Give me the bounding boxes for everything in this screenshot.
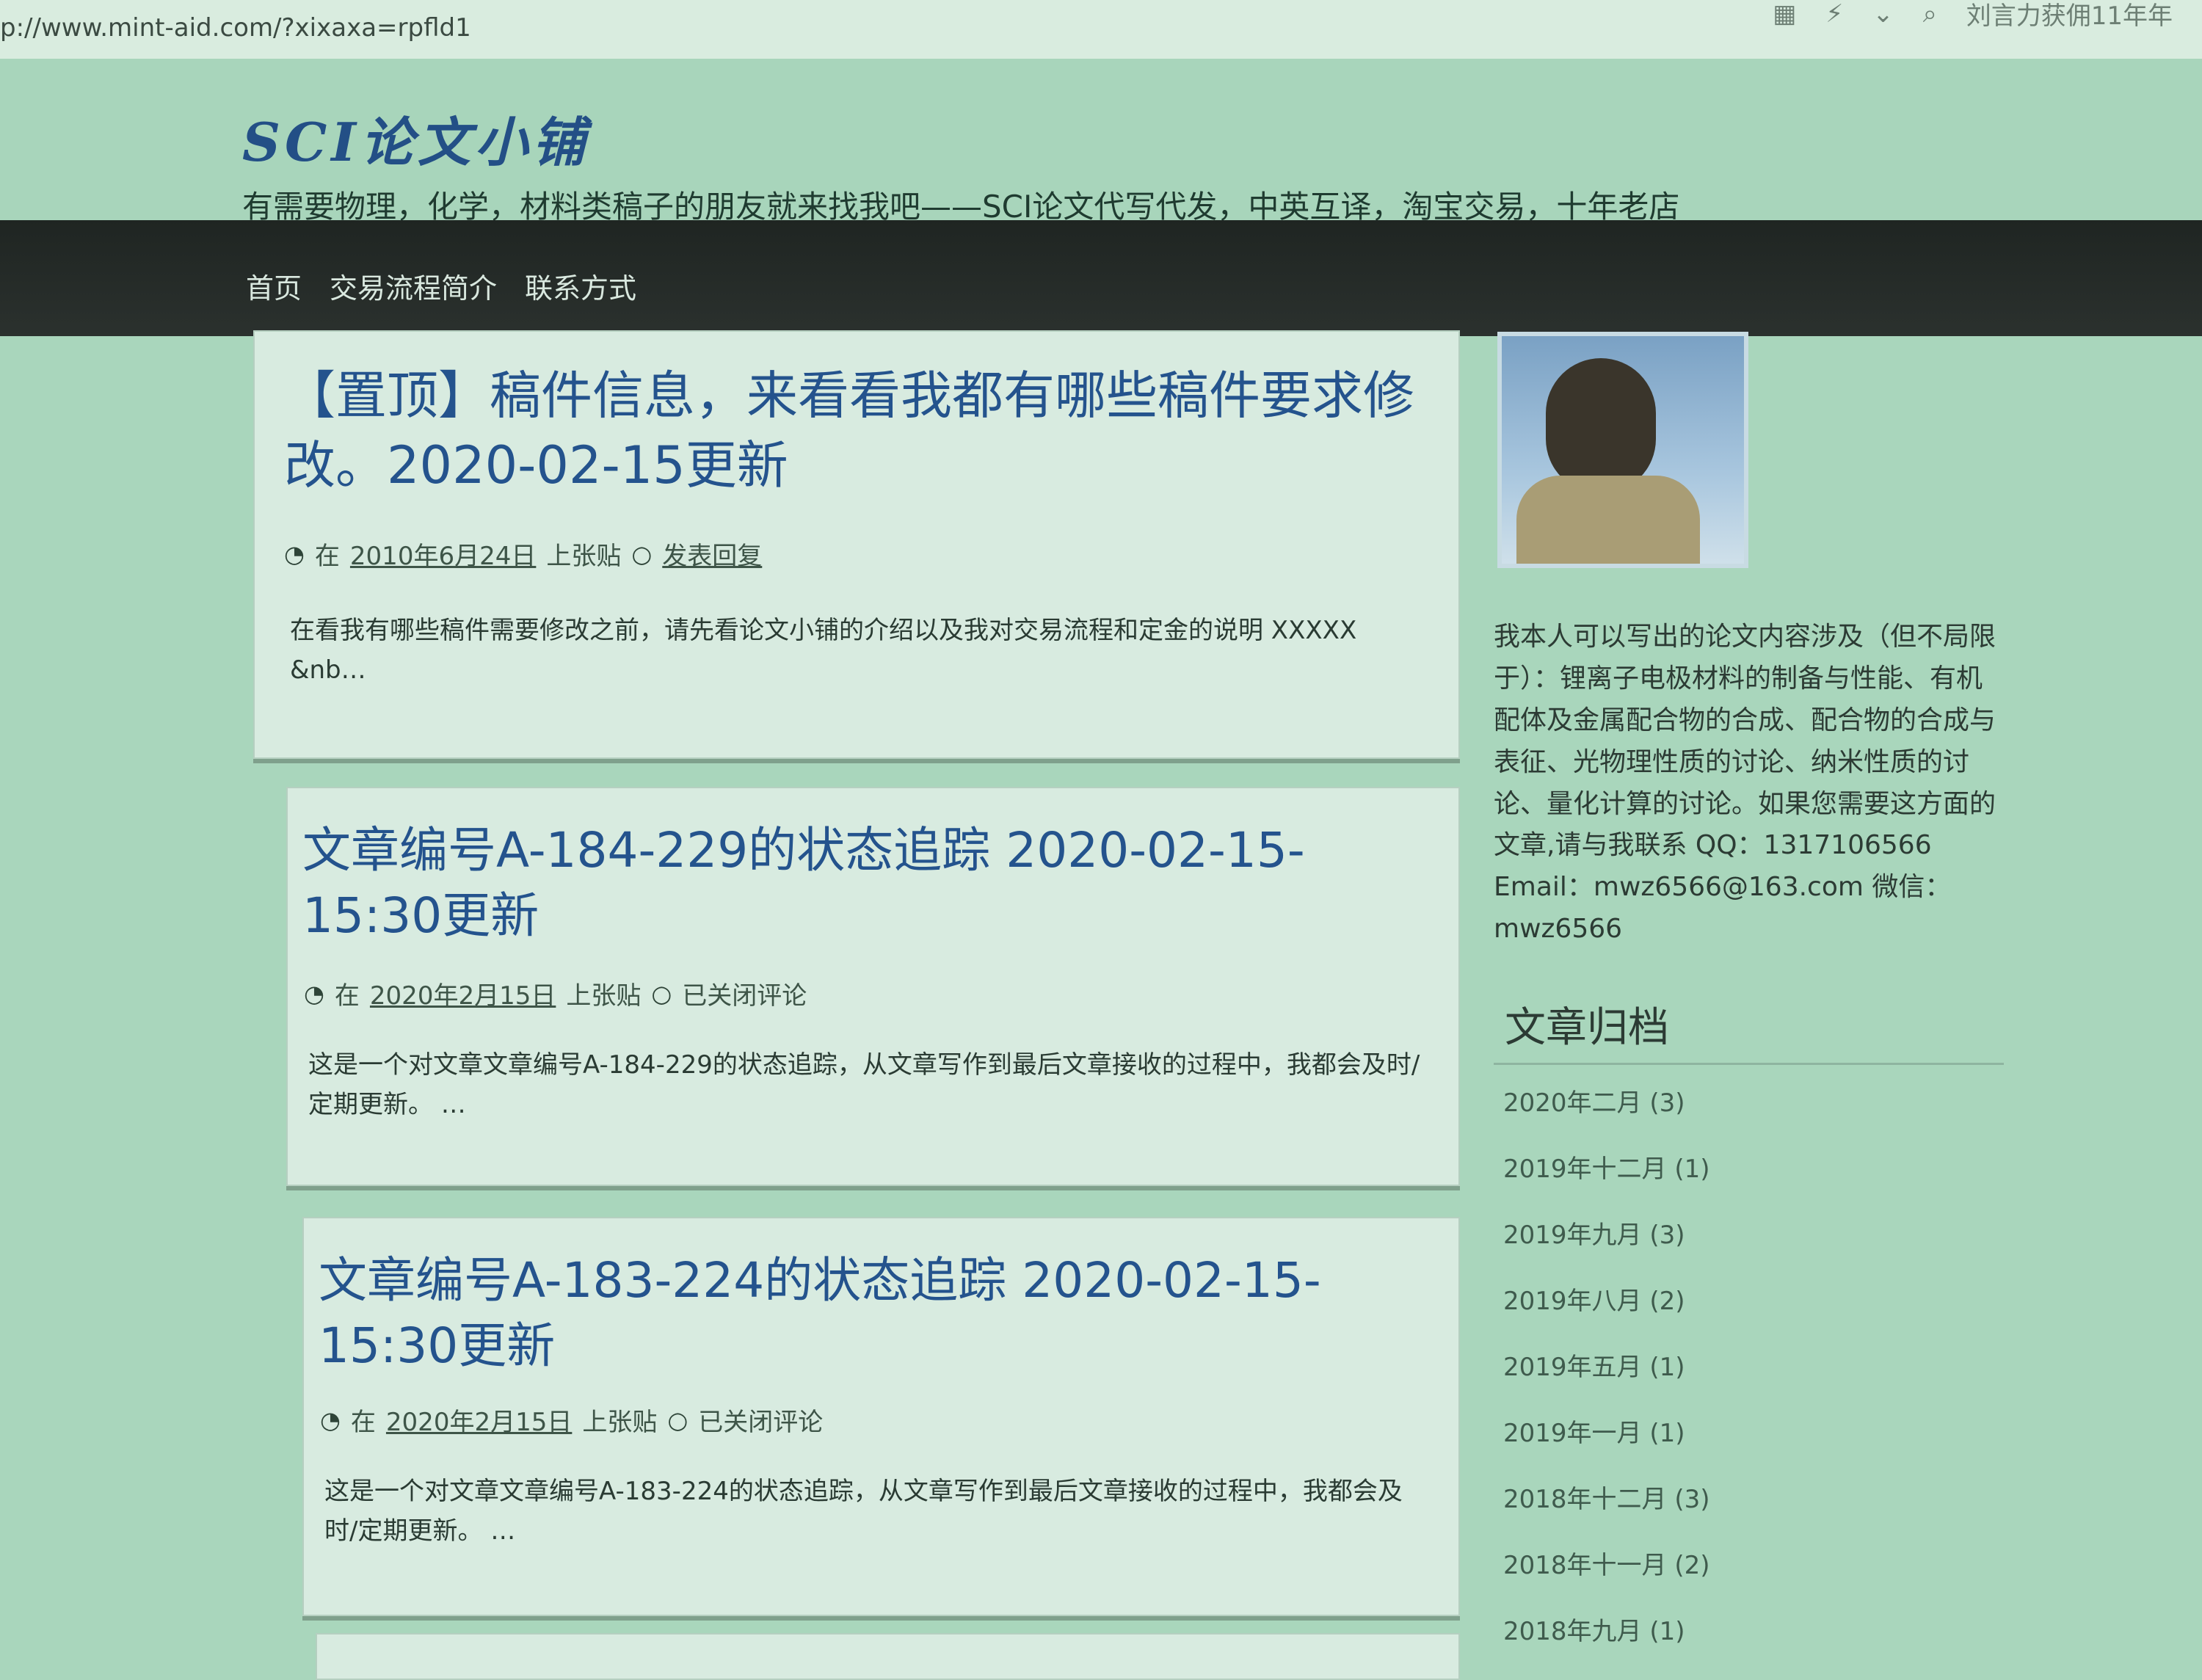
post-author: 上张贴 bbox=[566, 981, 642, 1011]
comment-icon: ○ bbox=[667, 1406, 688, 1434]
main-nav: 首页 交易流程简介 联系方式 bbox=[0, 220, 2202, 336]
post-comments[interactable]: 发表回复 bbox=[662, 536, 762, 572]
archive-item[interactable]: 2019年一月 (1) bbox=[1503, 1413, 1710, 1479]
post-excerpt: 这是一个对文章文章编号A-183-224的状态追踪，从文章写作到最后文章接收的过… bbox=[324, 1477, 1403, 1546]
comment-icon: ○ bbox=[651, 979, 672, 1008]
comment-icon: ○ bbox=[631, 539, 653, 568]
nav-contact[interactable]: 联系方式 bbox=[525, 266, 636, 306]
post-title[interactable]: 文章编号A-183-224的状态追踪 2020-02-15-15:30更新 bbox=[319, 1248, 1420, 1378]
browser-tools: ▦ ⚡ ⌄ ⌕ 刘言力获佣11年年 bbox=[1773, 0, 2173, 32]
archive-item[interactable]: 2020年二月 (3) bbox=[1503, 1083, 1710, 1149]
post-date[interactable]: 2010年6月24日 bbox=[350, 536, 536, 572]
meta-prefix: 在 bbox=[350, 1408, 376, 1437]
post-author: 上张贴 bbox=[546, 542, 622, 571]
post-meta: ◔ 在 2020年2月15日 上张贴 ○ 已关闭评论 bbox=[320, 1402, 823, 1438]
time-icon: ◔ bbox=[284, 539, 305, 568]
archive-item[interactable]: 2019年十二月 (1) bbox=[1503, 1149, 1710, 1215]
post-card: 文章编号A-184-229的状态追踪 2020-02-15-15:30更新 ◔ … bbox=[286, 787, 1460, 1186]
post-excerpt: 在看我有哪些稿件需要修改之前，请先看论文小铺的介绍以及我对交易流程和定金的说明 … bbox=[290, 616, 1357, 686]
archive-item[interactable]: 2019年九月 (3) bbox=[1503, 1215, 1710, 1281]
url-text[interactable]: p://www.mint-aid.com/?xixaxa=rpfld1 bbox=[0, 13, 471, 43]
post-meta: ◔ 在 2010年6月24日 上张贴 ○ 发表回复 bbox=[284, 536, 762, 572]
archive-item[interactable]: 2018年十二月 (3) bbox=[1503, 1479, 1710, 1545]
archive-item[interactable]: 2019年五月 (1) bbox=[1503, 1347, 1710, 1413]
lightning-icon[interactable]: ⚡ bbox=[1825, 0, 1843, 29]
sidebar-about: 我本人可以写出的论文内容涉及（但不局限于）：锂离子电极材料的制备与性能、有机配体… bbox=[1494, 622, 1996, 945]
nav-home[interactable]: 首页 bbox=[246, 266, 302, 306]
post-card: 文章编号A-183-224的状态追踪 2020-02-15-15:30更新 ◔ … bbox=[302, 1217, 1460, 1616]
post-comments: 已关闭评论 bbox=[698, 1408, 824, 1437]
site-title[interactable]: SCI论文小铺 bbox=[242, 99, 589, 176]
post-date[interactable]: 2020年2月15日 bbox=[386, 1402, 572, 1438]
search-icon[interactable]: ⌕ bbox=[1923, 0, 1937, 29]
meta-prefix: 在 bbox=[334, 981, 360, 1011]
author-avatar bbox=[1497, 332, 1748, 568]
meta-prefix: 在 bbox=[314, 542, 340, 571]
archive-item[interactable]: 2019年八月 (2) bbox=[1503, 1281, 1710, 1347]
nav-trade-process[interactable]: 交易流程简介 bbox=[330, 266, 497, 306]
post-title[interactable]: 【置顶】稿件信息，来看看我都有哪些稿件要求修改。2020-02-15更新 bbox=[284, 361, 1436, 500]
post-card: 【置顶】稿件信息，来看看我都有哪些稿件要求修改。2020-02-15更新 ◔ 在… bbox=[253, 330, 1460, 759]
site-header: SCI论文小铺 有需要物理，化学，材料类稿子的朋友就来找我吧——SCI论文代写代… bbox=[0, 59, 2202, 225]
archive-list: 2020年二月 (3) 2019年十二月 (1) 2019年九月 (3) 201… bbox=[1503, 1083, 1710, 1677]
post-meta: ◔ 在 2020年2月15日 上张贴 ○ 已关闭评论 bbox=[304, 975, 807, 1011]
post-title[interactable]: 文章编号A-184-229的状态追踪 2020-02-15-15:30更新 bbox=[302, 818, 1418, 948]
post-date[interactable]: 2020年2月15日 bbox=[370, 975, 556, 1011]
post-excerpt: 这是一个对文章文章编号A-184-229的状态追踪，从文章写作到最后文章接收的过… bbox=[308, 1050, 1420, 1120]
time-icon: ◔ bbox=[320, 1406, 341, 1434]
browser-search-text[interactable]: 刘言力获佣11年年 bbox=[1966, 0, 2173, 32]
archive-title: 文章归档 bbox=[1505, 1004, 1669, 1052]
archive-divider bbox=[1494, 1063, 2004, 1065]
browser-url-bar[interactable]: p://www.mint-aid.com/?xixaxa=rpfld1 ▦ ⚡ … bbox=[0, 0, 2202, 60]
time-icon: ◔ bbox=[304, 979, 324, 1008]
qr-icon[interactable]: ▦ bbox=[1773, 0, 1796, 29]
post-comments: 已关闭评论 bbox=[682, 981, 807, 1011]
archive-item[interactable]: 2018年十一月 (2) bbox=[1503, 1545, 1710, 1611]
chevron-down-icon[interactable]: ⌄ bbox=[1872, 0, 1894, 29]
post-author: 上张贴 bbox=[582, 1408, 658, 1437]
archive-item[interactable]: 2018年九月 (1) bbox=[1503, 1611, 1710, 1677]
post-card bbox=[316, 1633, 1460, 1680]
